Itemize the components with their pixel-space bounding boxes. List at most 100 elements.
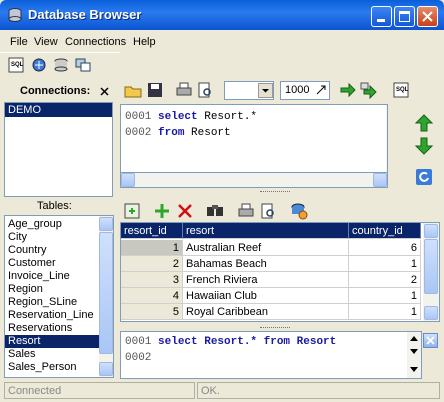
combo-dropdown-button[interactable] — [258, 83, 273, 98]
limit-toggle-icon[interactable] — [315, 84, 328, 97]
minimize-button[interactable] — [371, 6, 392, 27]
open-file-icon[interactable] — [124, 81, 142, 99]
sql-format-icon[interactable]: SQL — [392, 81, 410, 99]
execute-icon[interactable] — [339, 81, 357, 99]
history-down-icon[interactable] — [415, 137, 433, 155]
connections-title: Connections: — [20, 85, 91, 97]
line-number: 0001 — [125, 336, 159, 348]
table-cell[interactable]: Australian Reef — [183, 240, 349, 256]
history-scroll-end-icon[interactable] — [409, 366, 419, 374]
table-item[interactable]: Age_group — [5, 218, 99, 231]
results-grid[interactable]: resort_id resort country_id 1 Australian Ree… — [120, 222, 440, 322]
menu-connections[interactable]: Connections — [65, 36, 126, 48]
find-icon[interactable] — [206, 202, 224, 220]
save-icon[interactable] — [146, 81, 164, 99]
table-cell[interactable]: 1 — [349, 288, 421, 304]
history-scrollbar[interactable] — [407, 332, 421, 378]
vertical-splitter[interactable] — [115, 78, 119, 380]
close-icon — [422, 11, 433, 22]
table-item[interactable]: Region_SLine — [5, 296, 99, 309]
table-item[interactable]: Region — [5, 283, 99, 296]
table-item[interactable]: Invoice_Line — [5, 270, 99, 283]
maximize-button[interactable] — [394, 6, 415, 27]
table-cell[interactable]: 6 — [349, 240, 421, 256]
table-item[interactable]: Customer — [5, 257, 99, 270]
editor-text[interactable]: 0001 select Resort.* 0002 from Resort — [125, 109, 257, 141]
connections-list[interactable]: DEMO — [4, 102, 113, 197]
tables-scrollbar[interactable] — [99, 216, 113, 377]
window-layout-icon[interactable] — [74, 56, 92, 74]
tables-list[interactable]: Age_group City Country Customer Invoice_Line… — [4, 215, 114, 378]
table-cell[interactable]: Royal Caribbean — [183, 304, 349, 320]
scroll-left-button[interactable] — [121, 173, 135, 187]
refresh-icon[interactable] — [416, 169, 432, 185]
row-limit-input[interactable]: 1000 — [280, 81, 330, 100]
history-scroll-down-icon[interactable] — [409, 348, 419, 356]
table-cell[interactable]: 2 — [349, 272, 421, 288]
column-header[interactable]: resort_id — [121, 223, 183, 239]
sql-keyword: select — [158, 111, 198, 123]
export-icon[interactable] — [123, 202, 141, 220]
print-icon[interactable] — [175, 81, 193, 99]
table-cell[interactable]: Hawaiian Club — [183, 288, 349, 304]
table-item[interactable]: Sales_Person — [5, 361, 99, 374]
grid-scroll-down-button[interactable] — [424, 306, 438, 320]
editor-splitter[interactable] — [260, 191, 290, 194]
table-cell[interactable]: Bahamas Beach — [183, 256, 349, 272]
close-window-button[interactable] — [417, 6, 438, 27]
table-cell[interactable]: 1 — [349, 304, 421, 320]
sql-script-icon[interactable]: SQL — [7, 56, 25, 74]
add-row-icon[interactable] — [153, 202, 171, 220]
print-results-icon[interactable] — [237, 202, 255, 220]
close-history-button[interactable] — [423, 333, 438, 348]
database-icon[interactable] — [52, 56, 70, 74]
history-up-icon[interactable] — [415, 114, 433, 132]
grid-scroll-thumb[interactable] — [424, 239, 438, 294]
close-connections-icon[interactable] — [100, 87, 109, 96]
row-id-cell[interactable]: 5 — [121, 304, 183, 320]
line-number: 0002 — [125, 352, 159, 364]
connection-item[interactable]: DEMO — [5, 103, 112, 117]
row-id-cell[interactable]: 2 — [121, 256, 183, 272]
connect-icon[interactable] — [30, 56, 48, 74]
editor-hscrollbar[interactable] — [120, 172, 388, 188]
delete-row-icon[interactable] — [176, 202, 194, 220]
table-item[interactable]: Resort — [5, 335, 99, 348]
menu-help[interactable]: Help — [133, 36, 156, 48]
editor-line[interactable]: 0001 select Resort.* — [125, 109, 257, 125]
query-combo[interactable] — [224, 81, 274, 100]
grid-scroll-up-button[interactable] — [424, 224, 438, 238]
menu-file[interactable]: File — [10, 36, 28, 48]
column-header[interactable]: resort — [183, 223, 349, 239]
execute-step-icon[interactable] — [360, 81, 378, 99]
row-id-cell[interactable]: 4 — [121, 288, 183, 304]
table-item[interactable]: City — [5, 231, 99, 244]
editor-line[interactable]: 0002 from Resort — [125, 125, 257, 141]
row-id-cell[interactable]: 3 — [121, 272, 183, 288]
title-bar[interactable]: Database Browser — [0, 0, 444, 30]
row-id-cell[interactable]: 1 — [121, 240, 183, 256]
table-cell[interactable]: French Riviera — [183, 272, 349, 288]
table-cell[interactable]: 1 — [349, 256, 421, 272]
table-item[interactable]: Country — [5, 244, 99, 257]
history-line[interactable]: 0001 select Resort.* from Resort — [125, 334, 336, 350]
table-item[interactable]: Sales — [5, 348, 99, 361]
results-splitter[interactable] — [260, 327, 290, 330]
database-settings-icon[interactable] — [290, 202, 308, 220]
grid-vscrollbar[interactable] — [423, 223, 439, 321]
menu-view[interactable]: View — [34, 36, 58, 48]
scroll-thumb[interactable] — [99, 232, 113, 354]
history-sql: select Resort.* from Resort — [158, 336, 337, 348]
scroll-right-button[interactable] — [373, 173, 387, 187]
history-text[interactable]: 0001 select Resort.* from Resort 0002 — [125, 334, 336, 366]
column-header[interactable]: country_id — [349, 223, 421, 239]
table-item[interactable]: Reservation_Line — [5, 309, 99, 322]
history-scroll-up-icon[interactable] — [409, 334, 419, 342]
history-panel[interactable]: 0001 select Resort.* from Resort 0002 — [120, 331, 422, 379]
scroll-up-button[interactable] — [99, 217, 113, 231]
preview-results-icon[interactable] — [259, 202, 277, 220]
print-preview-icon[interactable] — [196, 81, 214, 99]
history-line[interactable]: 0002 — [125, 350, 336, 366]
scroll-down-button[interactable] — [99, 362, 113, 376]
table-item[interactable]: Reservations — [5, 322, 99, 335]
